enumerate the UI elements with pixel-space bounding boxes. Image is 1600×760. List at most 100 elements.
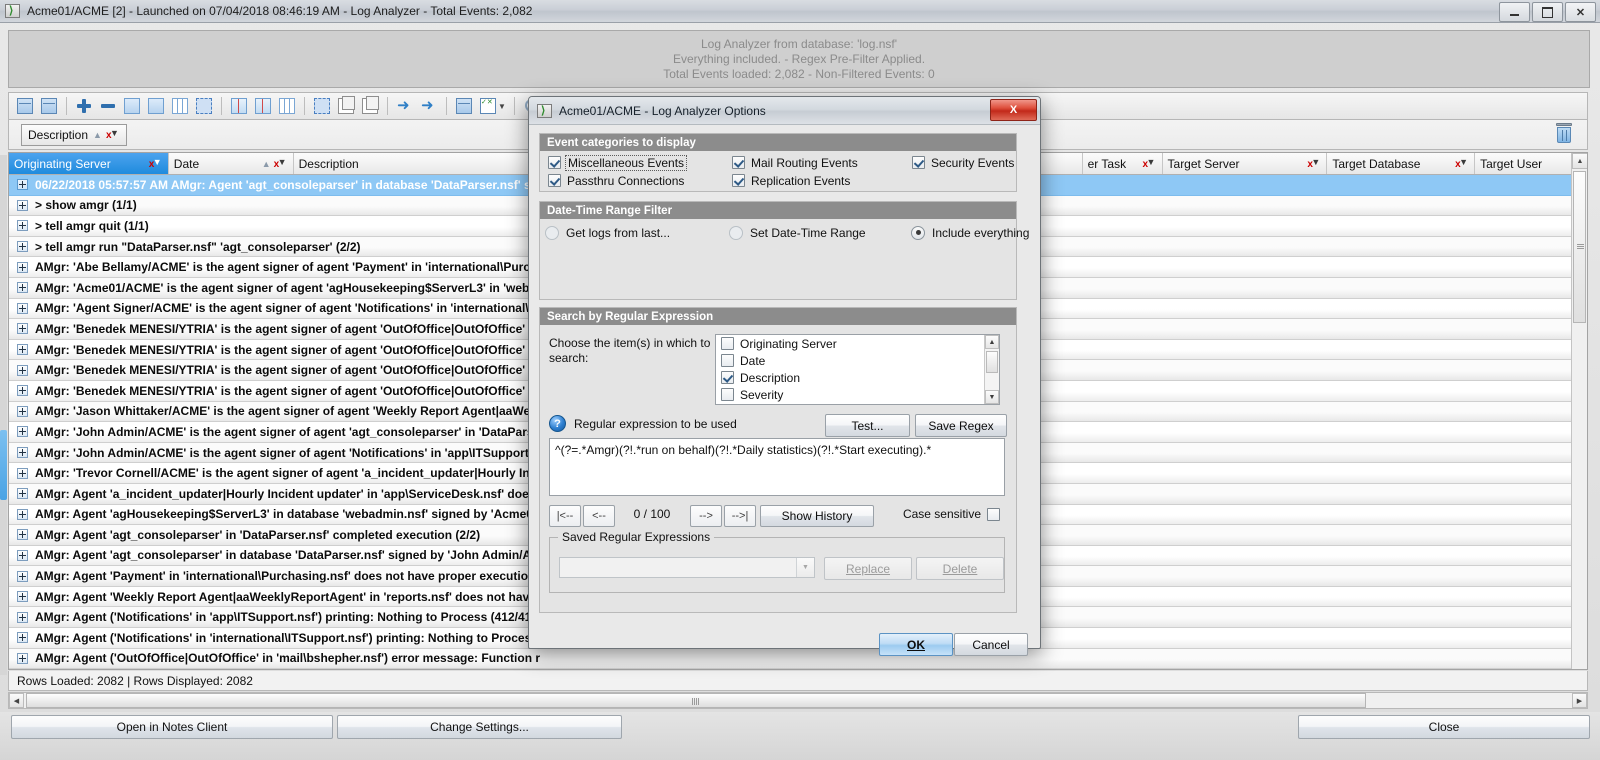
expand-row-icon[interactable] bbox=[17, 488, 28, 500]
grid-column-header[interactable]: Target Server bbox=[1163, 153, 1328, 174]
maximize-button[interactable] bbox=[1532, 2, 1563, 22]
expand-row-icon[interactable] bbox=[17, 199, 28, 211]
help-icon[interactable]: ? bbox=[549, 415, 566, 432]
toolbar-collapse-all-icon[interactable] bbox=[145, 95, 167, 117]
regex-prev-match-button[interactable]: <-- bbox=[583, 505, 615, 527]
table-row[interactable]: AMgr: Agent ('OutOfOffice|OutOfOffice' i… bbox=[9, 669, 1587, 670]
chevron-down-icon[interactable]: ▼ bbox=[498, 102, 506, 111]
checkbox-miscellaneous-events[interactable]: Miscellaneous Events bbox=[548, 153, 688, 172]
open-in-notes-client-button[interactable]: Open in Notes Client bbox=[11, 715, 333, 739]
scroll-left-button[interactable]: ◀ bbox=[9, 693, 24, 708]
checkbox-passthru-connections[interactable]: Passthru Connections bbox=[548, 171, 684, 190]
grid-column-header[interactable]: Date ▲ bbox=[169, 153, 294, 174]
radio-get-logs-from-last[interactable]: Get logs from last... bbox=[545, 223, 670, 242]
grid-column-header[interactable]: Originating Server bbox=[9, 153, 169, 174]
scroll-right-button[interactable]: ▶ bbox=[1572, 693, 1587, 708]
test-regex-button[interactable]: Test... bbox=[825, 414, 910, 437]
expand-row-icon[interactable] bbox=[17, 364, 28, 376]
grid-vertical-scrollbar[interactable]: ▲ bbox=[1571, 153, 1587, 669]
expand-row-icon[interactable] bbox=[17, 652, 28, 664]
expand-row-icon[interactable] bbox=[17, 302, 28, 314]
radio-circle[interactable] bbox=[545, 225, 559, 240]
expand-row-icon[interactable] bbox=[17, 344, 28, 356]
change-settings-button[interactable]: Change Settings... bbox=[337, 715, 622, 739]
listbox-scroll-down-button[interactable]: ▼ bbox=[985, 390, 999, 404]
filter-off-icon[interactable] bbox=[1455, 157, 1469, 170]
grid-horizontal-scrollbar[interactable]: ◀ ▶ bbox=[8, 692, 1588, 709]
checkbox-box[interactable] bbox=[548, 156, 561, 169]
toolbar-group-icon[interactable] bbox=[169, 95, 191, 117]
expand-row-icon[interactable] bbox=[17, 426, 28, 438]
ok-button[interactable]: OK bbox=[879, 633, 953, 656]
filter-off-icon[interactable] bbox=[274, 157, 288, 170]
expand-row-icon[interactable] bbox=[17, 282, 28, 294]
expand-row-icon[interactable] bbox=[17, 632, 28, 644]
regex-search-fields-listbox[interactable]: Originating Server Date Description Seve… bbox=[715, 334, 1000, 405]
checkbox-box[interactable] bbox=[548, 174, 561, 187]
expand-row-icon[interactable] bbox=[17, 467, 28, 479]
expand-row-icon[interactable] bbox=[17, 220, 28, 232]
table-row[interactable]: AMgr: Agent ('OutOfOffice|OutOfOffice' i… bbox=[9, 648, 1587, 669]
toolbar-select-region-icon[interactable] bbox=[193, 95, 215, 117]
listitem-description[interactable]: Description bbox=[716, 369, 999, 386]
minimize-button[interactable] bbox=[1499, 2, 1530, 22]
checkbox-box[interactable] bbox=[732, 156, 745, 169]
regex-first-match-button[interactable]: |<-- bbox=[549, 505, 581, 527]
show-history-button[interactable]: Show History bbox=[760, 505, 874, 527]
sort-ascending-icon[interactable]: ▲ bbox=[93, 130, 102, 140]
toolbar-expand-all-icon[interactable] bbox=[121, 95, 143, 117]
checkbox-security-events[interactable]: Security Events bbox=[912, 153, 1014, 172]
trash-icon[interactable] bbox=[1555, 123, 1573, 145]
listitem-originating-server[interactable]: Originating Server bbox=[716, 335, 999, 352]
toolbar-add-icon[interactable] bbox=[73, 95, 95, 117]
case-sensitive-checkbox[interactable]: Case sensitive bbox=[903, 507, 1006, 521]
sort-ascending-icon[interactable]: ▲ bbox=[262, 159, 271, 169]
close-window-button[interactable]: ✕ bbox=[1565, 2, 1596, 22]
cancel-button[interactable]: Cancel bbox=[954, 633, 1028, 656]
grid-column-header[interactable]: er Task bbox=[1083, 153, 1163, 174]
toolbar-select-block-icon[interactable] bbox=[311, 95, 333, 117]
expand-row-icon[interactable] bbox=[17, 323, 28, 335]
toolbar-settings-grid-icon[interactable] bbox=[14, 95, 36, 117]
saved-regex-combobox[interactable]: ▼ bbox=[559, 557, 815, 578]
grid-column-header[interactable]: Target Database bbox=[1327, 153, 1476, 174]
filter-off-icon[interactable] bbox=[106, 128, 120, 141]
regex-next-match-button[interactable]: --> bbox=[690, 505, 722, 527]
expand-row-icon[interactable] bbox=[17, 508, 28, 520]
regex-input[interactable]: ^(?=.*Amgr)(?!.*run on behalf)(?!.*Daily… bbox=[549, 438, 1005, 496]
radio-set-date-time-range[interactable]: Set Date-Time Range bbox=[729, 223, 866, 242]
regex-last-match-button[interactable]: -->| bbox=[724, 505, 756, 527]
radio-include-everything[interactable]: Include everything bbox=[911, 223, 1029, 242]
filter-off-icon[interactable] bbox=[149, 157, 163, 170]
expand-row-icon[interactable] bbox=[17, 570, 28, 582]
checkbox-mail-routing-events[interactable]: Mail Routing Events bbox=[732, 153, 858, 172]
group-chip-description[interactable]: Description ▲ bbox=[21, 124, 127, 146]
left-scroll-indicator[interactable] bbox=[0, 155, 7, 675]
scroll-up-button[interactable]: ▲ bbox=[1572, 153, 1587, 169]
toolbar-copy-all-icon[interactable] bbox=[359, 95, 381, 117]
filter-off-icon[interactable] bbox=[1143, 157, 1157, 170]
listitem-date[interactable]: Date bbox=[716, 352, 999, 369]
expand-row-icon[interactable] bbox=[17, 591, 28, 603]
expand-row-icon[interactable] bbox=[17, 385, 28, 397]
checkbox-box[interactable] bbox=[721, 337, 734, 350]
toolbar-split-columns-icon[interactable] bbox=[252, 95, 274, 117]
close-button[interactable]: Close bbox=[1298, 715, 1590, 739]
radio-circle[interactable] bbox=[729, 225, 743, 240]
expand-row-icon[interactable] bbox=[17, 179, 28, 191]
expand-row-icon[interactable] bbox=[17, 405, 28, 417]
checkbox-box[interactable] bbox=[721, 354, 734, 367]
listitem-severity[interactable]: Severity bbox=[716, 386, 999, 403]
dialog-close-button[interactable]: X bbox=[990, 99, 1037, 121]
toolbar-edit-grid-icon[interactable] bbox=[453, 95, 475, 117]
checkbox-box[interactable] bbox=[721, 371, 734, 384]
chevron-down-icon[interactable]: ▼ bbox=[796, 558, 814, 577]
expand-row-icon[interactable] bbox=[17, 549, 28, 561]
toolbar-three-columns-icon[interactable] bbox=[276, 95, 298, 117]
radio-circle[interactable] bbox=[911, 225, 925, 240]
toolbar-export-settings-icon[interactable] bbox=[418, 95, 440, 117]
expand-row-icon[interactable] bbox=[17, 261, 28, 273]
hscroll-track[interactable] bbox=[24, 693, 1572, 708]
toolbar-copy-icon[interactable] bbox=[335, 95, 357, 117]
listbox-scroll-thumb[interactable] bbox=[986, 351, 998, 373]
